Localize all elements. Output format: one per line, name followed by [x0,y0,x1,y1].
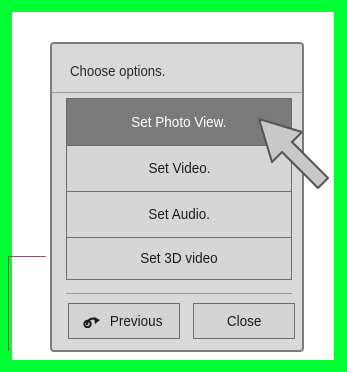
button-divider [66,293,292,294]
previous-button[interactable]: Previous [68,303,180,339]
title-divider [52,92,302,93]
annotation-line-vertical [8,256,9,351]
back-arrow-icon [83,317,100,328]
close-button[interactable]: Close [193,303,295,339]
previous-label: Previous [109,312,163,330]
option-label: Set 3D video [140,250,218,267]
option-label: Set Photo View. [131,113,227,131]
dialog-title: Choose options. [70,63,166,80]
close-label: Close [226,312,262,330]
option-label: Set Video. [147,160,211,177]
option-label: Set Audio. [148,206,210,223]
option-set-audio[interactable]: Set Audio. [67,191,291,237]
options-dialog: Choose options. Set Photo View. Set Vide… [50,42,304,352]
pointer-arrow-icon [258,118,329,189]
option-set-3d-video[interactable]: Set 3D video [67,237,291,279]
annotation-line-horizontal [8,256,46,257]
